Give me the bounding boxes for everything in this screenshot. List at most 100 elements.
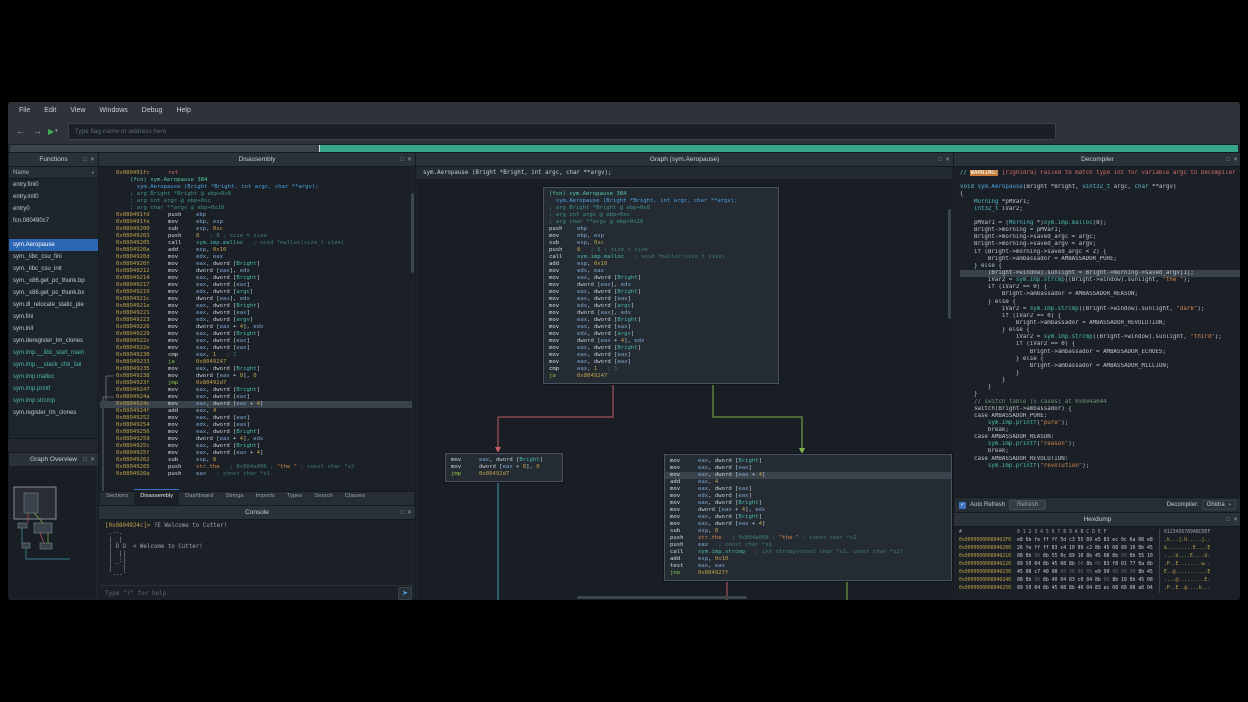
decompiler-line[interactable]: } [960, 384, 1240, 391]
function-item[interactable]: entry0 [9, 203, 98, 215]
graph-horizontal-scrollbar[interactable] [577, 596, 747, 599]
asm-line[interactable]: 0x0804926apusheax ; const char *s1 [116, 471, 412, 478]
asm-line[interactable]: moveax, dword [Bright] [451, 457, 557, 464]
back-button[interactable]: ← [14, 125, 27, 138]
asm-line[interactable]: movedx, dword [argc] [549, 303, 773, 310]
asm-line[interactable]: addesp, 0x10 [549, 261, 773, 268]
asm-line[interactable]: jmp0x80492d7 [451, 471, 557, 478]
tab-sections[interactable]: Sections [100, 490, 134, 505]
asm-line[interactable]: 0x0804924cmoveax, dword [eax + 4] [100, 401, 412, 408]
decompiler-line[interactable]: } else { [960, 356, 1240, 363]
undock-icon[interactable]: □ [83, 157, 87, 163]
decompiler-line[interactable]: case AMBASSADOR_REASON: [960, 434, 1240, 441]
function-item[interactable]: sym.register_tm_clones [9, 407, 98, 419]
decompiler-line[interactable]: } else { [960, 299, 1240, 306]
disassembly-scrollbar[interactable] [411, 193, 414, 273]
asm-line[interactable]: jne0x804927f [670, 570, 946, 577]
graph-node-false-branch[interactable]: moveax, dword [Bright] moveax, dword [eax… [664, 454, 952, 581]
asm-meta-line[interactable]: ; arg int argc @ ebp+0xc [549, 212, 773, 219]
undock-icon[interactable]: □ [938, 157, 942, 163]
asm-meta-line[interactable]: ; arg int argc @ ebp+0xc [116, 198, 412, 205]
asm-line[interactable]: 0x08049200subesp, 0xc [116, 226, 412, 233]
asm-line[interactable]: 0x08049254movedx, dword [eax] [116, 422, 412, 429]
asm-meta-line[interactable]: ; arg char **argv @ ebp+0x10 [549, 219, 773, 226]
asm-line[interactable]: 0x0804920dmovedx, eax [116, 254, 412, 261]
asm-line[interactable]: 0x0804920aaddesp, 0x10 [116, 247, 412, 254]
undock-icon[interactable]: □ [83, 457, 87, 463]
undock-icon[interactable]: □ [400, 157, 404, 163]
analysis-dropdown-button[interactable]: ▶▾ [48, 127, 58, 136]
decompiler-line[interactable] [960, 213, 1240, 220]
asm-line[interactable]: 0x0804925fmoveax, dword [eax + 4] [116, 450, 412, 457]
hex-row[interactable]: 0x000000000804924008 8b 00 8b 40 04 83 c… [959, 577, 1240, 585]
tab-search[interactable]: Search [308, 490, 338, 505]
asm-line[interactable]: movedx, dword [eax] [670, 493, 946, 500]
asm-meta-line[interactable]: ; arg Bright *Bright @ ebp+0x8 [549, 205, 773, 212]
asm-line[interactable]: cmpeax, 1 ; 1 [549, 366, 773, 373]
decompiler-line[interactable]: break; [960, 427, 1240, 434]
address-input[interactable]: Type flag name or address here [68, 123, 1056, 140]
asm-line[interactable]: 0x0804921cmovdword [eax], edx [116, 296, 412, 303]
asm-line[interactable]: moveax, dword [Bright] [670, 500, 946, 507]
asm-line[interactable]: moveax, dword [eax] [549, 359, 773, 366]
decompiler-line[interactable]: sym.imp.printf("revolution"); [960, 463, 1240, 470]
refresh-button[interactable]: Refresh [1009, 500, 1046, 510]
decompiler-line[interactable]: Bright->ambassador = AMBASSADOR_ECHOES; [960, 349, 1240, 356]
asm-line[interactable]: moveax, dword [Bright] [549, 275, 773, 282]
hex-row[interactable]: 0x000000000804923045 08 c7 40 08 00 00 0… [959, 569, 1240, 577]
decompiler-line[interactable]: Morning *pMVar1; [960, 199, 1240, 206]
asm-line[interactable]: movedx, eax [549, 268, 773, 275]
asm-line[interactable]: subesp, 8 [670, 528, 946, 535]
asm-line[interactable]: 0x0804920fmoveax, dword [Bright] [116, 261, 412, 268]
menu-edit[interactable]: Edit [37, 107, 63, 114]
decompiler-line[interactable]: case AMBASSADOR_REVOLUTION: [960, 456, 1240, 463]
undock-icon[interactable]: □ [1226, 517, 1230, 523]
decompiler-line[interactable]: Bright->ambassador = AMBASSADOR_REASON; [960, 291, 1240, 298]
function-item[interactable]: sym.imp.strcmp [9, 395, 98, 407]
asm-line[interactable]: 0x08049265pushstr.the ; 0x804a008 ; "the… [116, 464, 412, 471]
asm-line[interactable]: 0x080491fcret [116, 170, 412, 177]
asm-line[interactable]: ja0x8049247 [549, 373, 773, 380]
menu-debug[interactable]: Debug [135, 107, 170, 114]
decompiler-line[interactable]: if (Bright->morning->saved_argc < 2) { [960, 249, 1240, 256]
functions-column-header[interactable]: Name ▾ [9, 167, 98, 179]
asm-line[interactable]: addeax, 4 [670, 479, 946, 486]
tab-strings[interactable]: Strings [219, 490, 249, 505]
decompiler-line[interactable]: break; [960, 448, 1240, 455]
asm-line[interactable]: moveax, dword [eax] [670, 465, 946, 472]
undock-icon[interactable]: □ [1226, 157, 1230, 163]
tab-types[interactable]: Types [281, 490, 308, 505]
asm-line[interactable]: 0x08049223movedx, dword [argv] [116, 317, 412, 324]
decompiler-line[interactable]: if (iVar2 == 0) { [960, 284, 1240, 291]
asm-line[interactable]: movedx, dword [argv] [549, 331, 773, 338]
decompiler-line[interactable]: } [960, 377, 1240, 384]
asm-line[interactable]: addesp, 0x10 [670, 556, 946, 563]
function-item[interactable]: fcn.080490c7 [9, 215, 98, 227]
asm-meta-line[interactable]: (fcn) sym.Aeropause 384 [549, 191, 773, 198]
function-item[interactable]: sym.dl_relocate_static_pie [9, 299, 98, 311]
function-item[interactable]: sym._libc_csu_fini [9, 251, 98, 263]
decompiler-line[interactable]: Bright->ambassador = AMBASSADOR_MILLION; [960, 363, 1240, 370]
asm-line[interactable]: 0x08049256moveax, dword [Bright] [116, 429, 412, 436]
console-send-button[interactable]: ➤ [398, 587, 412, 600]
asm-line[interactable]: moveax, dword [eax] [549, 352, 773, 359]
menu-help[interactable]: Help [169, 107, 197, 114]
decompiler-line[interactable]: pMVar1 = (Morning *)sym.imp.malloc(8); [960, 220, 1240, 227]
asm-line[interactable]: moveax, dword [eax + 4] [670, 521, 946, 528]
asm-line[interactable]: 0x08049238movdword [eax + 8], 0 [116, 373, 412, 380]
undock-icon[interactable]: □ [400, 510, 404, 516]
close-icon[interactable]: ✕ [945, 156, 950, 163]
asm-line[interactable]: 0x0804921emoveax, dword [Bright] [116, 303, 412, 310]
tab-imports[interactable]: Imports [250, 490, 281, 505]
asm-line[interactable]: movdword [eax + 8], 0 [451, 464, 557, 471]
close-icon[interactable]: ✕ [1233, 516, 1238, 523]
asm-line[interactable]: push8 ; 8 ; size_t size [549, 247, 773, 254]
asm-line[interactable]: pushstr.the ; 0x804a008 ; "the " ; const… [670, 535, 946, 542]
asm-line[interactable]: 0x08049214moveax, dword [Bright] [116, 275, 412, 282]
asm-line[interactable]: subesp, 0xc [549, 240, 773, 247]
decompiler-line[interactable]: int32_t iVar2; [960, 206, 1240, 213]
asm-line[interactable]: moveax, dword [eax] [670, 486, 946, 493]
menu-view[interactable]: View [63, 107, 92, 114]
asm-line[interactable]: 0x08049205callsym.imp.malloc ; void *mal… [116, 240, 412, 247]
asm-line[interactable]: 0x0804922emoveax, dword [eax] [116, 345, 412, 352]
